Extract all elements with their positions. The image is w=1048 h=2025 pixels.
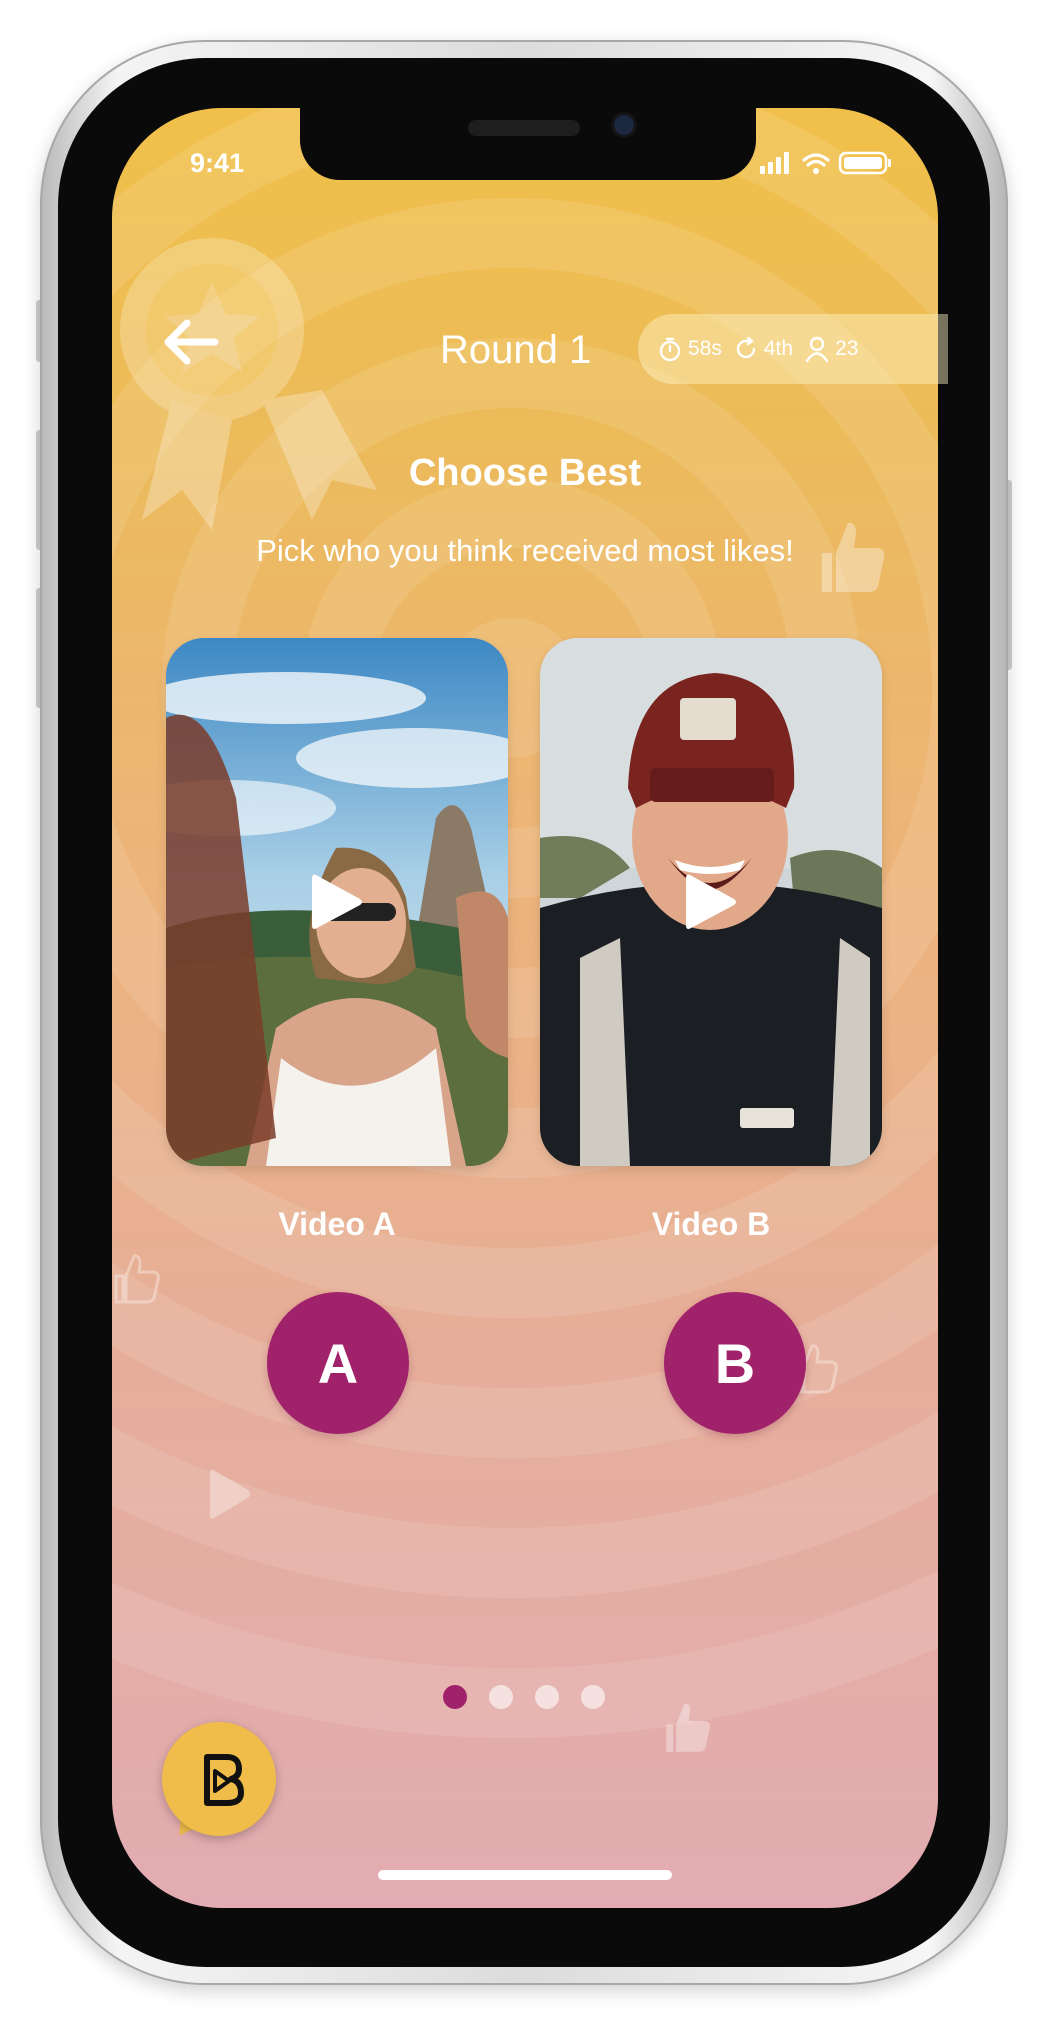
prompt-title: Choose Best — [408, 452, 642, 494]
status-time: 9:41 — [190, 148, 245, 178]
prompt-subtitle: Pick who you think received most likes! — [256, 533, 794, 568]
video-card-a[interactable] — [166, 638, 508, 1166]
arrow-left-icon — [164, 319, 219, 365]
refresh-icon — [736, 337, 756, 359]
stopwatch-icon — [659, 337, 681, 362]
video-a-label: Video A — [278, 1206, 396, 1242]
thumbs-up-outline-icon — [114, 1254, 160, 1304]
players-value: 23 — [835, 337, 859, 360]
page-dot-1[interactable] — [443, 1685, 467, 1709]
round-title: Round 1 — [440, 328, 592, 372]
notch — [300, 108, 756, 180]
players-stat: 23 — [805, 336, 858, 362]
page-dot-4[interactable] — [581, 1685, 605, 1709]
thumbs-up-icon — [666, 1703, 710, 1752]
person-icon — [805, 336, 829, 362]
battery-icon — [838, 151, 891, 175]
home-indicator[interactable] — [378, 1870, 672, 1880]
play-icon — [686, 874, 736, 929]
signal-icon — [760, 152, 789, 174]
wifi-icon — [802, 153, 830, 167]
timer-stat: 58s — [658, 336, 722, 362]
round-stats-pill: 58s 4th 23 — [638, 314, 948, 384]
page-dot-2[interactable] — [489, 1685, 513, 1709]
video-b-label: Video B — [651, 1206, 771, 1242]
timer-value: 58s — [688, 337, 722, 360]
back-button[interactable] — [160, 316, 222, 368]
status-icons — [760, 151, 891, 175]
play-button-b[interactable] — [671, 862, 751, 942]
choose-a-button[interactable]: A — [267, 1292, 409, 1434]
chat-logo-icon — [204, 1754, 244, 1806]
video-card-b[interactable] — [540, 638, 882, 1166]
play-button-a[interactable] — [297, 862, 377, 942]
page-indicator — [443, 1685, 605, 1709]
front-camera — [614, 115, 634, 135]
rank-value: 4th — [763, 337, 794, 360]
page-dot-3[interactable] — [535, 1685, 559, 1709]
play-icon — [312, 874, 362, 929]
play-outline-icon — [210, 1469, 250, 1519]
chat-button[interactable] — [162, 1722, 276, 1836]
rank-stat: 4th — [734, 337, 793, 361]
speaker-grille — [468, 120, 580, 136]
choose-b-button[interactable]: B — [664, 1292, 806, 1434]
